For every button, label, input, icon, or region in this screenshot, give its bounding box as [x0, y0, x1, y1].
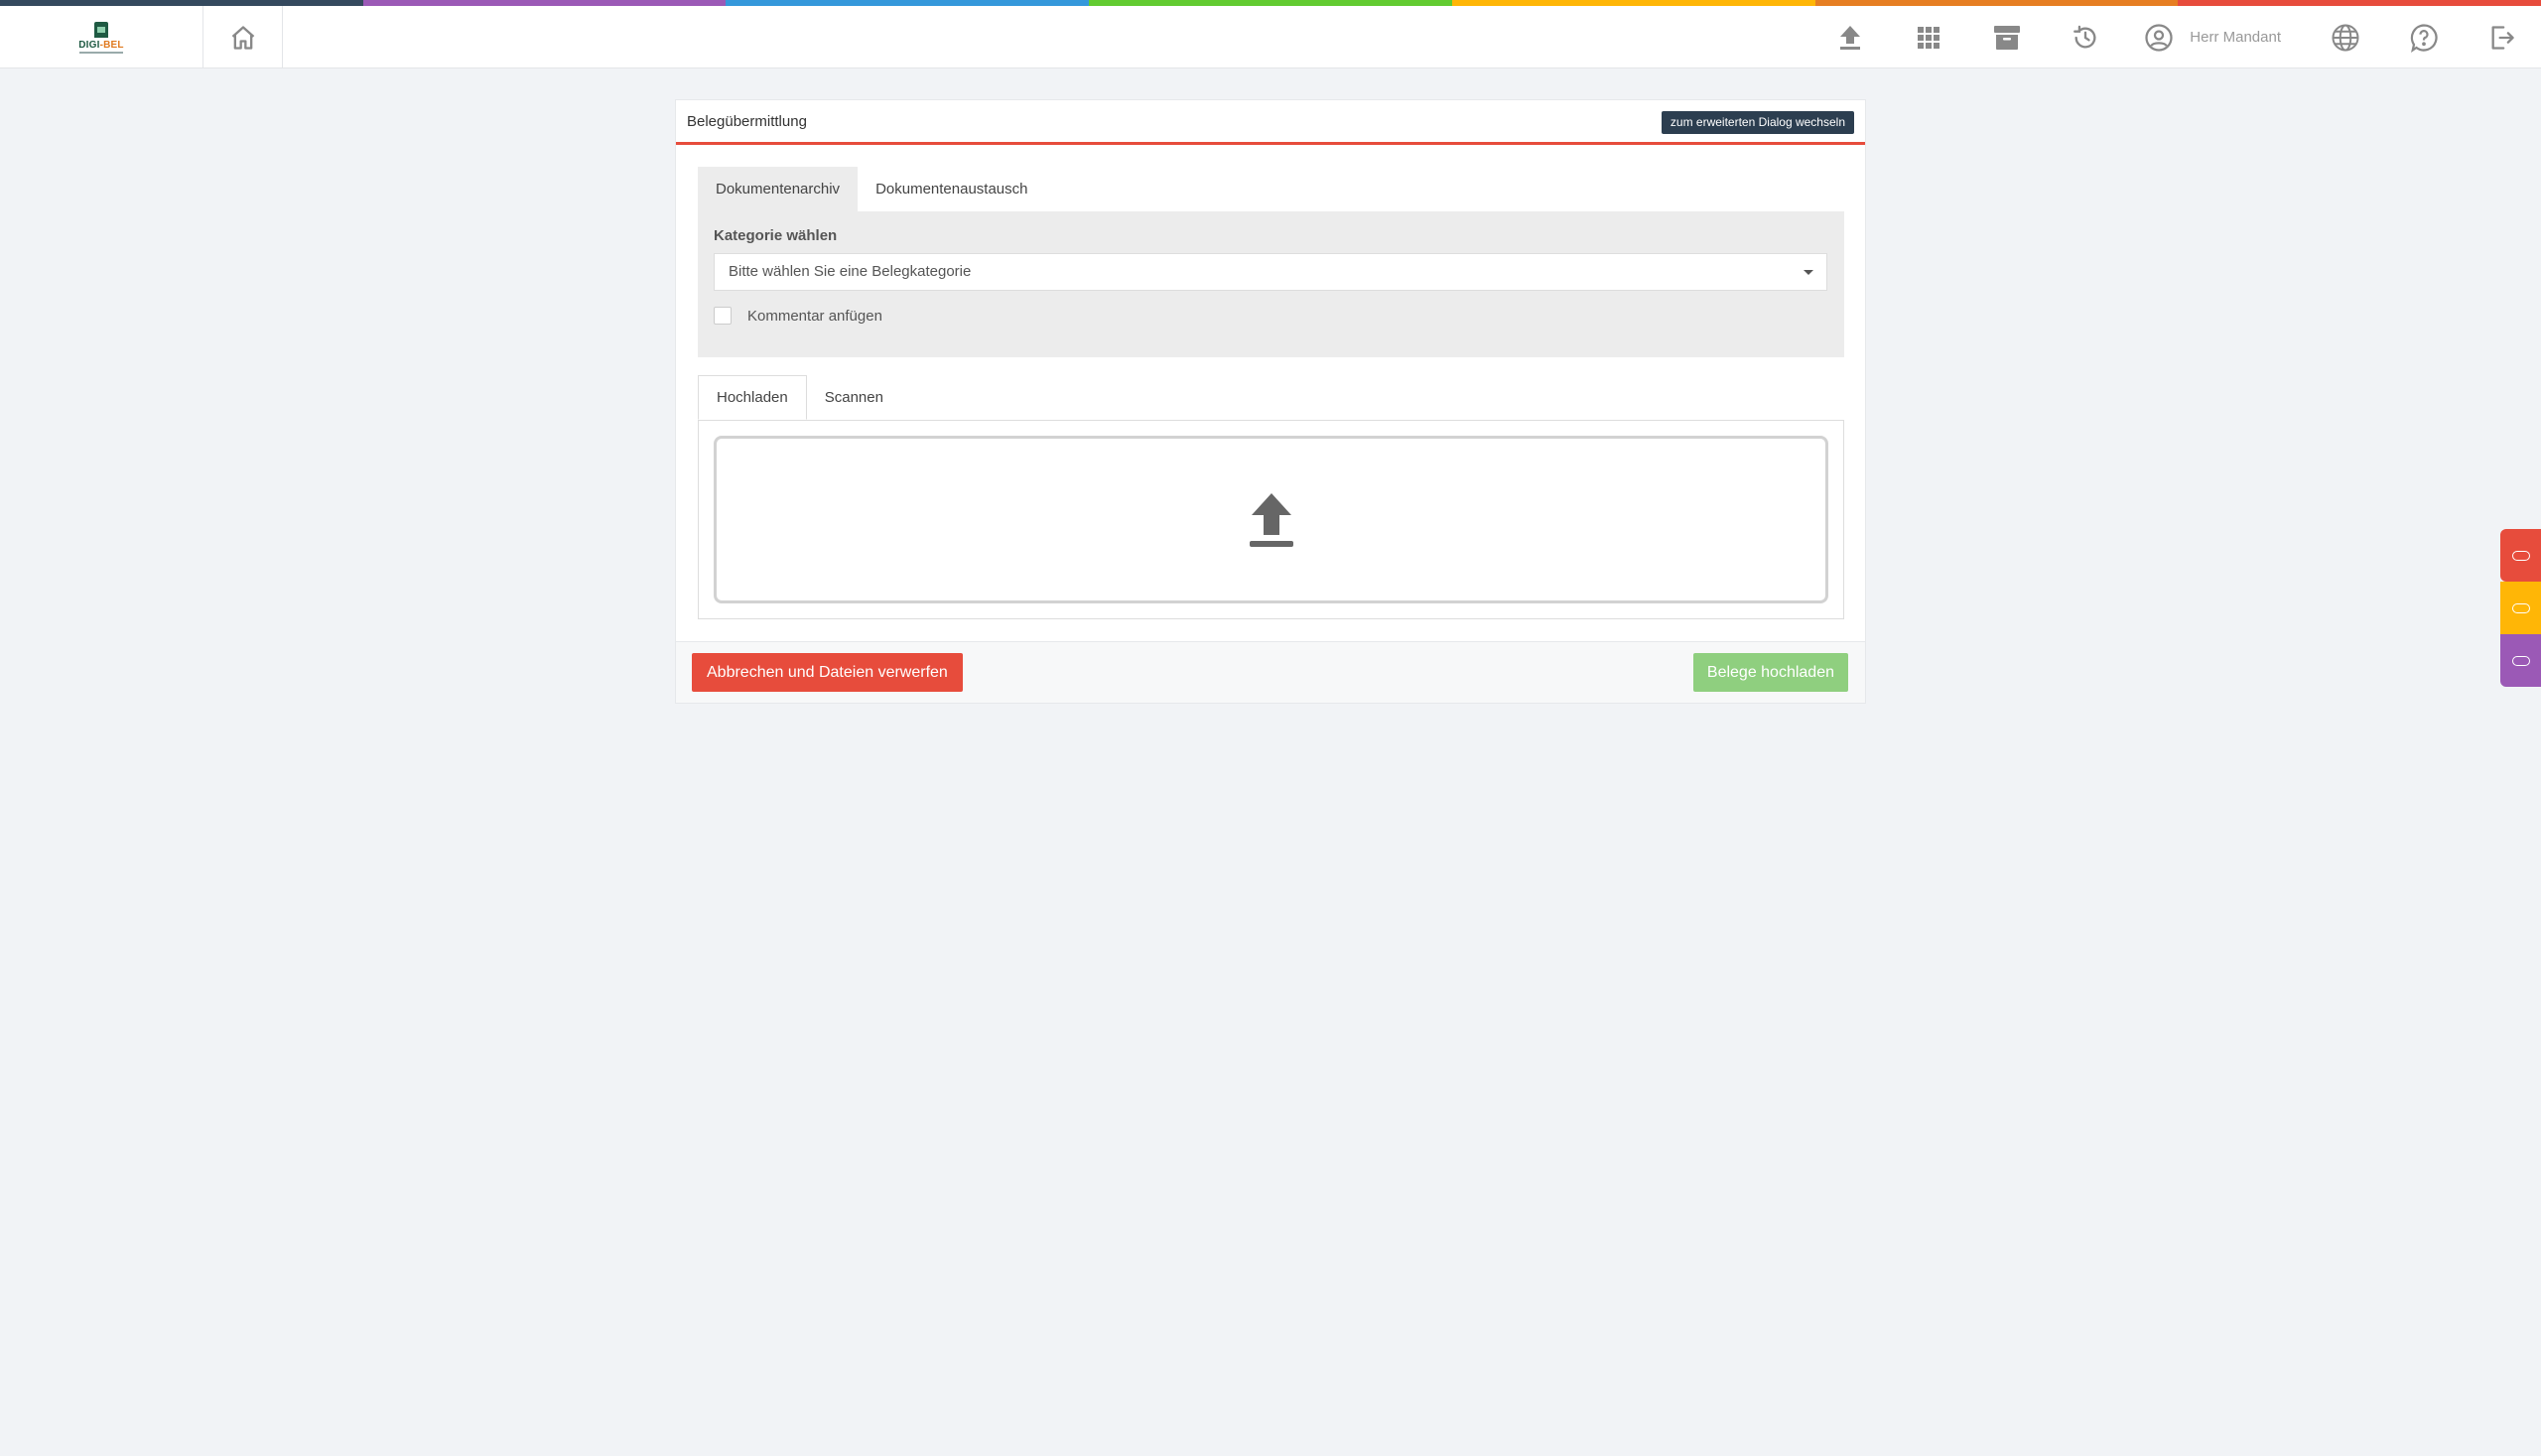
- apps-button[interactable]: [1889, 6, 1967, 68]
- globe-icon: [2332, 24, 2358, 51]
- document-tabs: Dokumentenarchiv Dokumentenaustausch: [698, 167, 1046, 211]
- archive-icon: [1993, 25, 2020, 50]
- comment-option: Kommentar anfügen: [714, 307, 882, 325]
- logout-button[interactable]: [2463, 6, 2541, 68]
- logo-tagline-line: [79, 51, 123, 54]
- pill-icon: [2511, 655, 2530, 666]
- user-menu[interactable]: Herr Mandant: [2124, 6, 2306, 68]
- side-tab-yellow[interactable]: [2500, 582, 2541, 634]
- side-tab-red[interactable]: [2500, 529, 2541, 582]
- upload-button[interactable]: [1810, 6, 1889, 68]
- upload-icon: [1839, 25, 1860, 50]
- panel-footer: Abbrechen und Dateien verwerfen Belege h…: [676, 641, 1865, 703]
- pill-icon: [2511, 602, 2530, 613]
- top-icons: Herr Mandant: [1810, 6, 2541, 68]
- beleg-panel: Belegübermittlung zum erweiterten Dialog…: [675, 99, 1866, 704]
- history-icon: [2073, 25, 2096, 49]
- tab-hochladen[interactable]: Hochladen: [698, 375, 807, 420]
- comment-checkbox[interactable]: [714, 307, 732, 325]
- tab-dokumentenaustausch[interactable]: Dokumentenaustausch: [858, 167, 1045, 211]
- apps-grid-icon: [1917, 26, 1939, 49]
- cancel-discard-button[interactable]: Abbrechen und Dateien verwerfen: [692, 653, 963, 692]
- file-dropzone[interactable]: [714, 436, 1828, 603]
- category-label: Kategorie wählen: [714, 227, 838, 244]
- upload-icon: [1249, 492, 1293, 547]
- side-tabs: [2500, 529, 2541, 687]
- language-button[interactable]: [2306, 6, 2384, 68]
- logo-link[interactable]: DIGI-BEL: [0, 6, 203, 68]
- upload-documents-button[interactable]: Belege hochladen: [1692, 653, 1848, 692]
- user-name: Herr Mandant: [2190, 29, 2281, 46]
- home-icon: [231, 25, 254, 50]
- archive-button[interactable]: [1967, 6, 2046, 68]
- top-navbar: DIGI-BEL Herr Mandant: [0, 6, 2541, 68]
- panel-title: Belegübermittlung: [687, 113, 807, 130]
- comment-checkbox-label[interactable]: Kommentar anfügen: [747, 308, 882, 325]
- logo-text: DIGI-BEL: [78, 39, 124, 51]
- help-icon: [2410, 23, 2438, 53]
- category-select-value: Bitte wählen Sie eine Belegkategorie: [729, 263, 972, 280]
- caret-down-icon: [1804, 270, 1813, 275]
- brand-logo: DIGI-BEL: [78, 21, 124, 54]
- logout-icon: [2491, 25, 2514, 50]
- category-select[interactable]: Bitte wählen Sie eine Belegkategorie: [714, 253, 1827, 291]
- side-tab-purple[interactable]: [2500, 634, 2541, 687]
- home-button[interactable]: [203, 6, 283, 68]
- pill-icon: [2511, 550, 2530, 561]
- upload-tabs: Hochladen Scannen: [698, 375, 901, 420]
- logo-house-icon: [94, 21, 108, 38]
- panel-header: Belegübermittlung zum erweiterten Dialog…: [676, 100, 1865, 145]
- tab-scannen[interactable]: Scannen: [807, 375, 901, 420]
- upload-tab-content: [698, 420, 1844, 619]
- history-button[interactable]: [2046, 6, 2124, 68]
- user-icon: [2145, 23, 2173, 52]
- category-section: Kategorie wählen Bitte wählen Sie eine B…: [698, 211, 1844, 357]
- switch-dialog-button[interactable]: zum erweiterten Dialog wechseln: [1661, 111, 1854, 134]
- help-button[interactable]: [2384, 6, 2463, 68]
- tab-dokumentenarchiv[interactable]: Dokumentenarchiv: [698, 167, 859, 211]
